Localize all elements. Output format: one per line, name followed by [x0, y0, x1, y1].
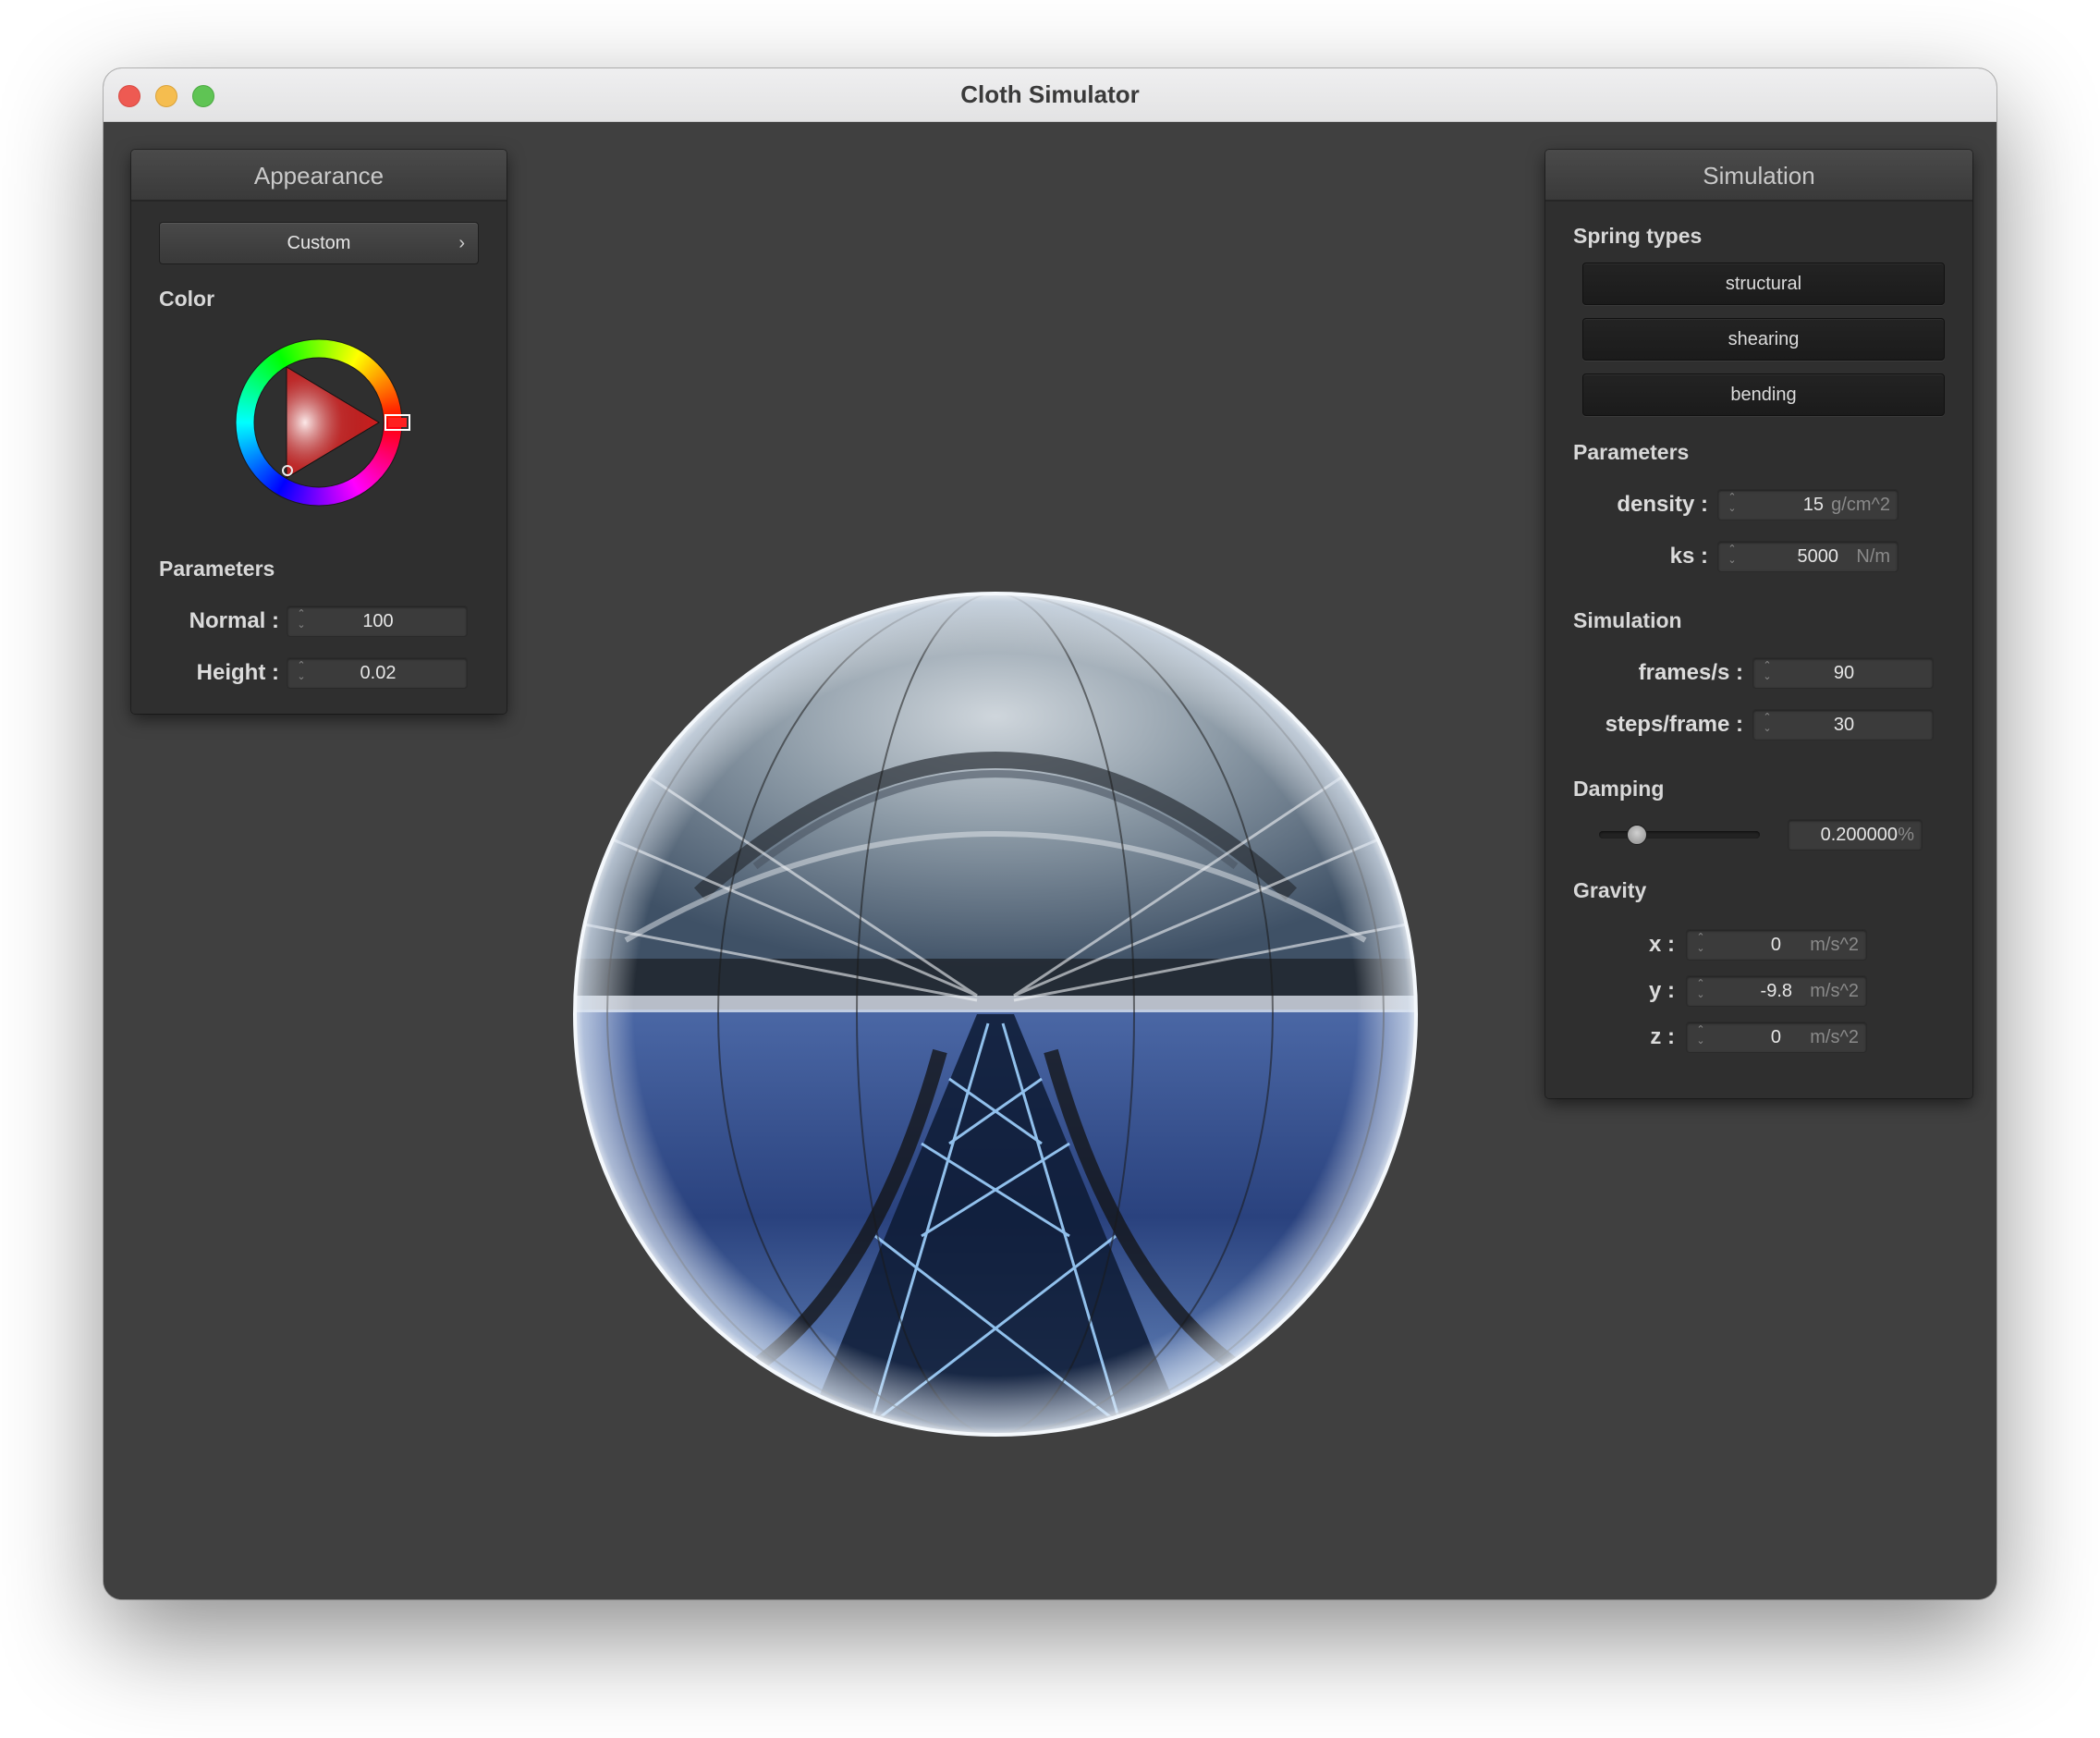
bending-toggle[interactable]: bending: [1582, 373, 1945, 416]
preset-label: Custom: [287, 233, 351, 253]
rendered-sphere: [573, 592, 1418, 1437]
gravity-label: Gravity: [1573, 878, 1647, 902]
spinner-icon[interactable]: ⌃ ⌄: [1694, 978, 1707, 1004]
normal-input[interactable]: ⌃ ⌄ 100: [287, 606, 468, 637]
appearance-panel-header[interactable]: Appearance: [131, 150, 507, 202]
simulation-panel: Simulation Spring types structural shear…: [1545, 150, 1972, 1098]
gravity-z-label: z :: [1650, 1024, 1675, 1049]
gravity-x-label: x :: [1648, 932, 1675, 957]
steps-input[interactable]: ⌃ ⌄ 30: [1752, 709, 1934, 740]
height-label: Height :: [196, 660, 279, 685]
spinner-icon[interactable]: ⌃ ⌄: [1726, 544, 1739, 569]
gravity-y-input[interactable]: ⌃ ⌄ -9.8 m/s^2: [1686, 975, 1867, 1007]
damping-label: Damping: [1573, 777, 1665, 801]
gravity-y-label: y :: [1648, 978, 1675, 1003]
damping-value[interactable]: 0.200000 %: [1788, 819, 1923, 851]
spinner-icon[interactable]: ⌃ ⌄: [1694, 932, 1707, 958]
render-canvas[interactable]: Appearance Custom › Color Parameters Nor…: [104, 122, 1996, 1599]
color-section-label: Color: [159, 287, 215, 311]
gravity-x-input[interactable]: ⌃ ⌄ 0 m/s^2: [1686, 929, 1867, 961]
preset-button[interactable]: Custom ›: [159, 222, 479, 264]
height-input[interactable]: ⌃ ⌄ 0.02: [287, 657, 468, 689]
normal-label: Normal :: [189, 608, 279, 633]
steps-label: steps/frame :: [1605, 712, 1743, 737]
structural-toggle[interactable]: structural: [1582, 263, 1945, 305]
damping-slider[interactable]: [1599, 831, 1760, 838]
sim-params-label: Parameters: [1573, 440, 1690, 464]
appearance-panel: Appearance Custom › Color Parameters Nor…: [131, 150, 507, 714]
spinner-icon[interactable]: ⌃ ⌄: [1726, 492, 1739, 518]
window-title: Cloth Simulator: [960, 80, 1140, 108]
damping-slider-handle[interactable]: [1627, 825, 1648, 845]
color-wheel[interactable]: [226, 330, 411, 515]
app-window: Cloth Simulator Appearance Custom › Colo…: [104, 68, 1996, 1599]
appearance-params-label: Parameters: [159, 557, 275, 581]
chevron-right-icon: ›: [458, 233, 465, 253]
sim-section-label: Simulation: [1573, 608, 1682, 632]
fps-input[interactable]: ⌃ ⌄ 90: [1752, 657, 1934, 689]
gravity-z-input[interactable]: ⌃ ⌄ 0 m/s^2: [1686, 1022, 1867, 1053]
shearing-toggle[interactable]: shearing: [1582, 318, 1945, 361]
simulation-panel-header[interactable]: Simulation: [1545, 150, 1972, 202]
spinner-icon[interactable]: ⌃ ⌄: [1694, 1024, 1707, 1050]
fps-label: frames/s :: [1638, 660, 1743, 685]
title-bar: Cloth Simulator: [104, 68, 1996, 122]
density-input[interactable]: ⌃ ⌄ 15 g/cm^2: [1717, 489, 1899, 520]
ks-input[interactable]: ⌃ ⌄ 5000 N/m: [1717, 541, 1899, 572]
density-label: density :: [1617, 492, 1708, 517]
ks-label: ks :: [1669, 544, 1708, 569]
spring-types-label: Spring types: [1573, 224, 1703, 248]
